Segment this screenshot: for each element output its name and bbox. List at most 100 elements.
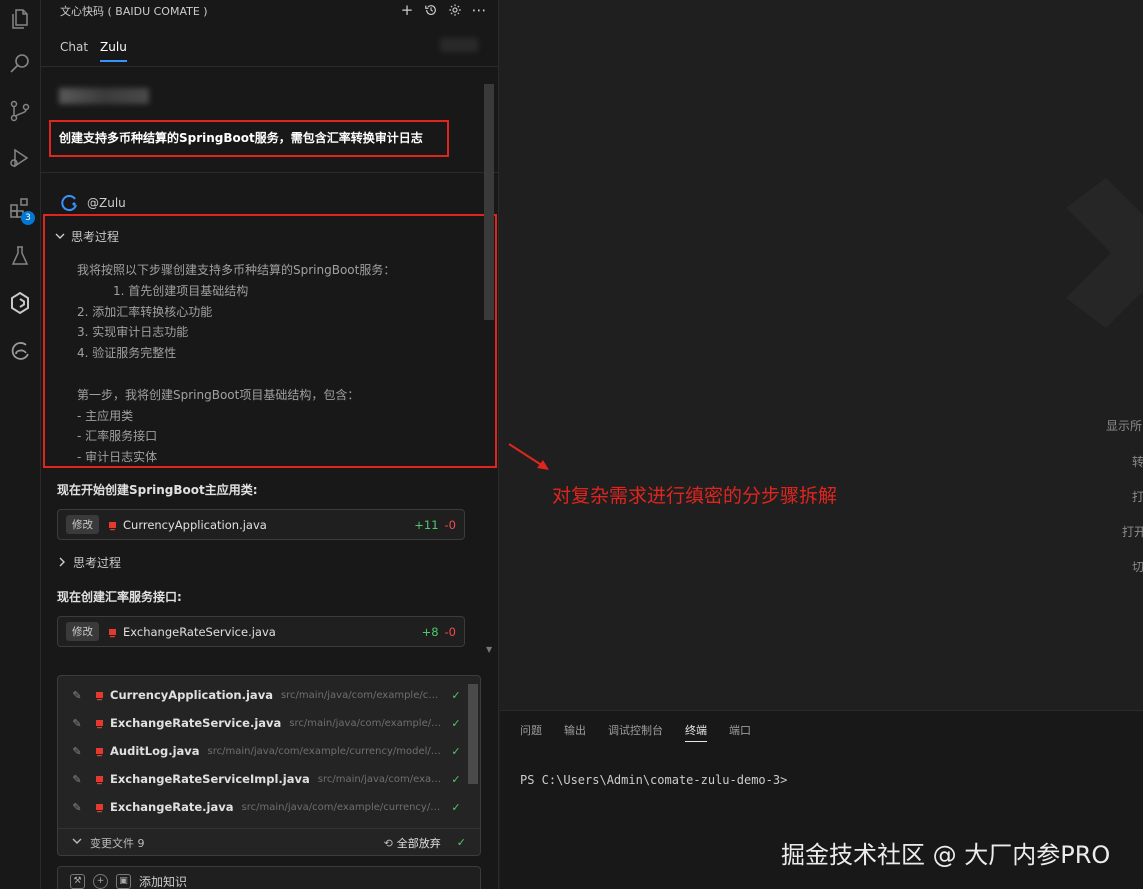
changed-file-row[interactable]: ✎ CurrencyApplication.java src/main/java… <box>58 681 468 709</box>
thinking-line: - 审计日志实体 <box>77 450 158 465</box>
add-context-icon[interactable]: + <box>93 873 108 889</box>
scroll-down-icon[interactable]: ▼ <box>486 645 492 654</box>
changes-footer: 变更文件 9 ⟲ 全部放弃 ✓ <box>58 828 480 856</box>
thinking-line: 2. 添加汇率转换核心功能 <box>77 304 213 319</box>
lines-added: +8 <box>421 624 439 639</box>
edge-icon[interactable] <box>5 337 35 367</box>
thinking-line: - 主应用类 <box>77 408 134 423</box>
file-change-card[interactable]: 修改 ExchangeRateService.java +8 -0 <box>57 616 465 647</box>
changes-scrollbar[interactable] <box>468 684 478 784</box>
chevron-right-icon <box>57 556 67 570</box>
divider <box>41 66 499 67</box>
flask-icon[interactable] <box>5 241 35 271</box>
thinking-line: 我将按照以下步骤创建支持多币种结算的SpringBoot服务： <box>77 263 396 277</box>
thinking-toggle[interactable]: 思考过程 <box>55 228 119 245</box>
changed-files-panel: ✎ CurrencyApplication.java src/main/java… <box>57 675 481 856</box>
extensions-icon[interactable]: 3 <box>5 193 35 225</box>
tab-chat[interactable]: Chat <box>60 40 88 62</box>
chevron-down-icon <box>55 230 65 244</box>
run-debug-icon[interactable] <box>5 143 35 173</box>
changed-file-name: AuditLog.java <box>110 744 200 758</box>
vscode-window: 3 文心快码 ( BAIDU COMATE ) + ⋯ Chat Zulu 创建… <box>0 0 1143 889</box>
activity-bar: 3 <box>0 0 41 889</box>
panel-title: 文心快码 ( BAIDU COMATE ) <box>60 5 208 18</box>
java-file-icon <box>109 521 116 530</box>
check-icon[interactable]: ✓ <box>444 717 468 730</box>
thinking-line: 4. 验证服务完整性 <box>77 346 177 361</box>
thinking-toggle-collapsed[interactable]: 思考过程 <box>57 554 121 571</box>
file-name: CurrencyApplication.java <box>123 517 267 532</box>
terminal-prompt[interactable]: PS C:\Users\Admin\comate-zulu-demo-3> <box>520 773 787 787</box>
changed-file-row[interactable]: ✎ ExchangeRateService.java src/main/java… <box>58 709 468 737</box>
check-icon[interactable]: ✓ <box>444 689 468 702</box>
lines-removed: -0 <box>444 624 456 639</box>
annotation-text: 对复杂需求进行缜密的分步骤拆解 <box>552 485 838 507</box>
java-file-icon <box>96 804 103 813</box>
changed-file-row[interactable]: ✎ ExchangeRateServiceImpl.java src/main/… <box>58 765 468 793</box>
add-knowledge-label[interactable]: 添加知识 <box>139 873 187 889</box>
tab-zulu[interactable]: Zulu <box>100 40 127 62</box>
agent-header: @Zulu <box>59 193 126 213</box>
pencil-icon: ✎ <box>72 716 82 730</box>
tab-problems[interactable]: 问题 <box>520 722 542 742</box>
step-text: 现在创建汇率服务接口: <box>57 590 182 604</box>
thinking-content: 我将按照以下步骤创建支持多币种结算的SpringBoot服务： 1. 首先创建项… <box>77 260 395 468</box>
changed-file-name: ExchangeRate.java <box>110 800 234 814</box>
lines-added: +11 <box>414 517 439 532</box>
files-icon[interactable] <box>5 4 35 34</box>
modify-tag: 修改 <box>66 515 99 534</box>
tab-debug-console[interactable]: 调试控制台 <box>608 722 663 742</box>
image-icon[interactable]: ▣ <box>116 873 131 889</box>
comate-panel: 文心快码 ( BAIDU COMATE ) + ⋯ Chat Zulu 创建支持… <box>41 0 499 889</box>
more-icon[interactable]: ⋯ <box>471 1 487 19</box>
thinking-line: 1. 首先创建项目基础结构 <box>113 283 249 298</box>
changed-file-path: src/main/java/com/example/currency/mo... <box>241 801 445 813</box>
divider <box>41 172 499 173</box>
agent-name: @Zulu <box>87 196 126 210</box>
changed-file-row[interactable]: ✎ AuditLog.java src/main/java/com/exampl… <box>58 737 468 765</box>
check-icon[interactable]: ✓ <box>444 745 468 758</box>
gear-icon[interactable] <box>447 1 463 19</box>
zulu-logo-icon <box>61 195 77 212</box>
tab-output[interactable]: 输出 <box>564 722 586 742</box>
watermark-text: 掘金技术社区 @ 大厂内参PRO <box>781 841 1111 869</box>
plus-icon[interactable]: + <box>399 1 415 19</box>
discard-icon: ⟲ <box>383 836 393 850</box>
tab-ports[interactable]: 端口 <box>729 722 751 742</box>
modify-tag: 修改 <box>66 622 99 641</box>
terminal-panel: 问题 输出 调试控制台 终端 端口 PS C:\Users\Admin\coma… <box>500 710 1143 889</box>
accept-all-check-icon[interactable]: ✓ <box>457 836 466 849</box>
panel-scrollbar[interactable] <box>484 84 494 320</box>
source-control-icon[interactable] <box>5 96 35 126</box>
java-file-icon <box>96 692 103 701</box>
history-icon[interactable] <box>423 1 439 19</box>
check-icon[interactable]: ✓ <box>444 773 468 786</box>
tab-terminal[interactable]: 终端 <box>685 722 707 742</box>
pencil-icon: ✎ <box>72 800 82 814</box>
thinking-line <box>77 364 395 385</box>
check-icon[interactable]: ✓ <box>444 801 468 814</box>
annotation-arrow-icon <box>508 443 549 470</box>
chevron-down-icon[interactable] <box>72 836 82 849</box>
discard-all-button[interactable]: ⟲ 全部放弃 <box>384 835 441 851</box>
changed-file-path: src/main/java/com/example/currency/model… <box>207 745 444 757</box>
pencil-icon: ✎ <box>72 744 82 758</box>
chat-input-bar[interactable]: ⚒ + ▣ 添加知识 <box>57 866 481 889</box>
search-icon[interactable] <box>5 49 35 79</box>
thinking-title: 思考过程 <box>73 556 122 570</box>
user-message: 创建支持多币种结算的SpringBoot服务，需包含汇率转换审计日志 <box>49 120 449 157</box>
changed-file-row[interactable]: ✎ ExchangeRate.java src/main/java/com/ex… <box>58 793 468 821</box>
file-name: ExchangeRateService.java <box>123 624 276 639</box>
file-change-card[interactable]: 修改 CurrencyApplication.java +11 -0 <box>57 509 465 540</box>
changed-file-name: CurrencyApplication.java <box>110 688 273 702</box>
pencil-icon: ✎ <box>72 772 82 786</box>
changed-file-path: src/main/java/com/example/... <box>317 773 444 785</box>
tool-icon[interactable]: ⚒ <box>70 873 85 889</box>
java-file-icon <box>109 628 116 637</box>
step-text: 现在开始创建SpringBoot主应用类: <box>57 483 258 497</box>
comate-icon[interactable] <box>5 288 35 318</box>
panel-tabs: Chat Zulu <box>60 40 127 62</box>
changed-file-name: ExchangeRateService.java <box>110 716 282 730</box>
extensions-badge: 3 <box>21 211 35 225</box>
terminal-tabs: 问题 输出 调试控制台 终端 端口 <box>520 722 751 742</box>
